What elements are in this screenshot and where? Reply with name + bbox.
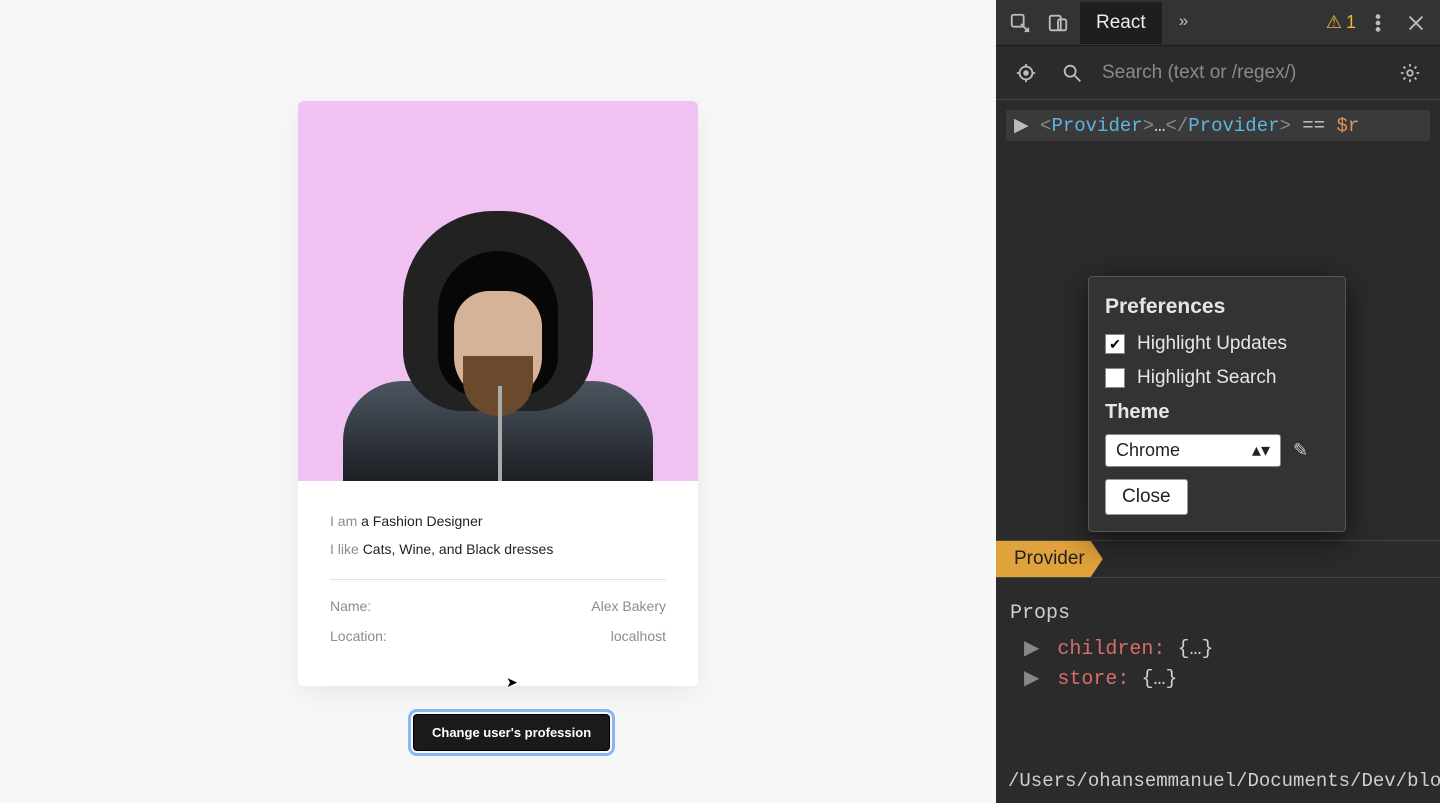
checkbox-highlight-search[interactable] [1105, 368, 1125, 388]
bio-line-likes: I like Cats, Wine, and Black dresses [330, 541, 666, 557]
app-pane: I am a Fashion Designer I like Cats, Win… [0, 0, 996, 803]
prop-key: store: [1057, 668, 1129, 691]
divider [330, 579, 666, 580]
source-path[interactable]: /Users/ohansemmanuel/Documents/Dev/blogs… [1008, 768, 1428, 795]
profile-body: I am a Fashion Designer I like Cats, Win… [298, 481, 698, 686]
warning-count: 1 [1346, 12, 1356, 33]
prop-key: children: [1057, 638, 1165, 661]
warnings-badge[interactable]: ⚠ 1 [1326, 12, 1356, 33]
change-profession-button[interactable]: Change user's profession [413, 714, 610, 751]
pref-label: Highlight Search [1137, 367, 1276, 389]
target-icon[interactable] [1010, 57, 1042, 89]
search-icon[interactable] [1056, 57, 1088, 89]
theme-heading: Theme [1105, 401, 1329, 424]
props-panel: Props ▶ children: {…} ▶ store: {…} /User… [996, 590, 1440, 803]
props-title: Props [1010, 602, 1426, 625]
prop-value: {…} [1177, 638, 1213, 661]
theme-select[interactable]: Chrome ▴▾ [1105, 434, 1281, 467]
source-file: /Users/ohansemmanuel/Documents/Dev/blogs… [1008, 770, 1440, 792]
pref-row-highlight-updates[interactable]: Highlight Updates [1105, 333, 1329, 355]
pref-label: Highlight Updates [1137, 333, 1287, 355]
bio-value: a Fashion Designer [361, 513, 482, 529]
expand-triangle-icon[interactable]: ▶ [1024, 638, 1039, 661]
bio-lead: I am [330, 513, 361, 529]
theme-select-value: Chrome [1116, 440, 1180, 461]
device-toggle-icon[interactable] [1042, 7, 1074, 39]
kebab-menu-icon[interactable] [1362, 7, 1394, 39]
tree-row-provider[interactable]: ▶ <Provider>…</Provider> == $r [1006, 110, 1430, 141]
expand-triangle-icon[interactable]: ▶ [1024, 668, 1039, 691]
tabs-overflow-icon[interactable]: » [1168, 7, 1200, 39]
checkbox-highlight-updates[interactable] [1105, 334, 1125, 354]
tab-react[interactable]: React [1080, 2, 1162, 44]
meta-row-location: Location: localhost [330, 628, 666, 644]
bio-lead: I like [330, 541, 363, 557]
prop-row[interactable]: ▶ children: {…} [1024, 635, 1426, 661]
warning-icon: ⚠ [1326, 12, 1342, 33]
close-devtools-icon[interactable] [1400, 7, 1432, 39]
settings-gear-icon[interactable] [1394, 57, 1426, 89]
meta-label: Name: [330, 598, 371, 614]
preferences-title: Preferences [1105, 295, 1329, 319]
chevron-updown-icon: ▴▾ [1252, 440, 1270, 461]
prop-value: {…} [1141, 668, 1177, 691]
meta-value: Alex Bakery [591, 598, 666, 614]
cursor-icon: ➤ [506, 674, 518, 691]
bio-value: Cats, Wine, and Black dresses [363, 541, 554, 557]
prop-row[interactable]: ▶ store: {…} [1024, 665, 1426, 691]
expand-triangle-icon[interactable]: ▶ [1014, 115, 1029, 137]
preferences-close-button[interactable]: Close [1105, 479, 1188, 515]
profile-card: I am a Fashion Designer I like Cats, Win… [298, 101, 698, 686]
pencil-icon[interactable]: ✎ [1293, 440, 1308, 461]
meta-value: localhost [611, 628, 666, 644]
devtools-pane: React » ⚠ 1 ▶ <Provider>…</Provider> == … [996, 0, 1440, 803]
profile-photo [298, 101, 698, 481]
breadcrumb-item[interactable]: Provider [996, 541, 1103, 577]
search-input[interactable] [1102, 62, 1380, 84]
meta-label: Location: [330, 628, 387, 644]
inspect-element-icon[interactable] [1004, 7, 1036, 39]
pref-row-highlight-search[interactable]: Highlight Search [1105, 367, 1329, 389]
meta-row-name: Name: Alex Bakery [330, 598, 666, 614]
devtools-search-row [996, 46, 1440, 100]
devtools-tabbar: React » ⚠ 1 [996, 0, 1440, 46]
breadcrumb-bar: Provider [996, 540, 1440, 578]
bio-line-profession: I am a Fashion Designer [330, 513, 666, 529]
component-tree: ▶ <Provider>…</Provider> == $r [996, 100, 1440, 151]
preferences-popover: Preferences Highlight Updates Highlight … [1088, 276, 1346, 532]
